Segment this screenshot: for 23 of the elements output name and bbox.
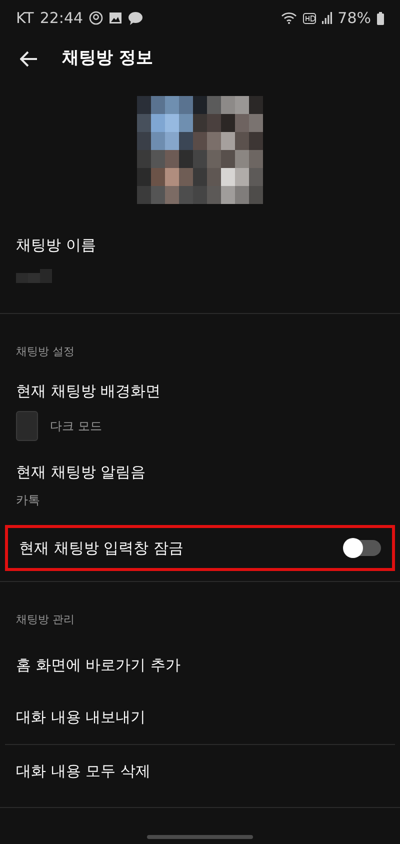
carrier-text: KT: [16, 8, 34, 29]
section-header: 채팅방 관리: [15, 612, 76, 628]
setting-label: 채팅방 이름: [16, 235, 97, 256]
menu-item[interactable]: 홈 화면에 바로가기 추가: [5, 638, 395, 691]
toggle-switch[interactable]: [345, 540, 381, 556]
setting-value: 카톡: [16, 492, 41, 509]
image-icon: [109, 12, 122, 24]
menu-item[interactable]: 대화 내용 모두 삭제: [5, 744, 395, 797]
hd-icon: [302, 12, 316, 24]
notification-icon: [89, 11, 104, 25]
setting-label: 현재 채팅방 알림음: [16, 462, 147, 482]
chat-bubble-icon: [128, 12, 144, 24]
setting-label: 현재 채팅방 입력창 잠금: [19, 538, 184, 559]
clock-text: 22:44: [40, 8, 84, 29]
signal-icon: [322, 12, 332, 24]
section-header: 채팅방 설정: [15, 344, 76, 360]
battery-percent: 78%: [338, 8, 371, 29]
setting-label: 현재 채팅방 배경화면: [16, 381, 162, 402]
wifi-icon: [280, 12, 297, 24]
battery-icon: [377, 12, 384, 24]
screen-title: 채팅방 정보: [62, 47, 153, 70]
wallpaper-swatch: [16, 410, 38, 440]
setting-value: 다크 모드: [50, 418, 102, 434]
